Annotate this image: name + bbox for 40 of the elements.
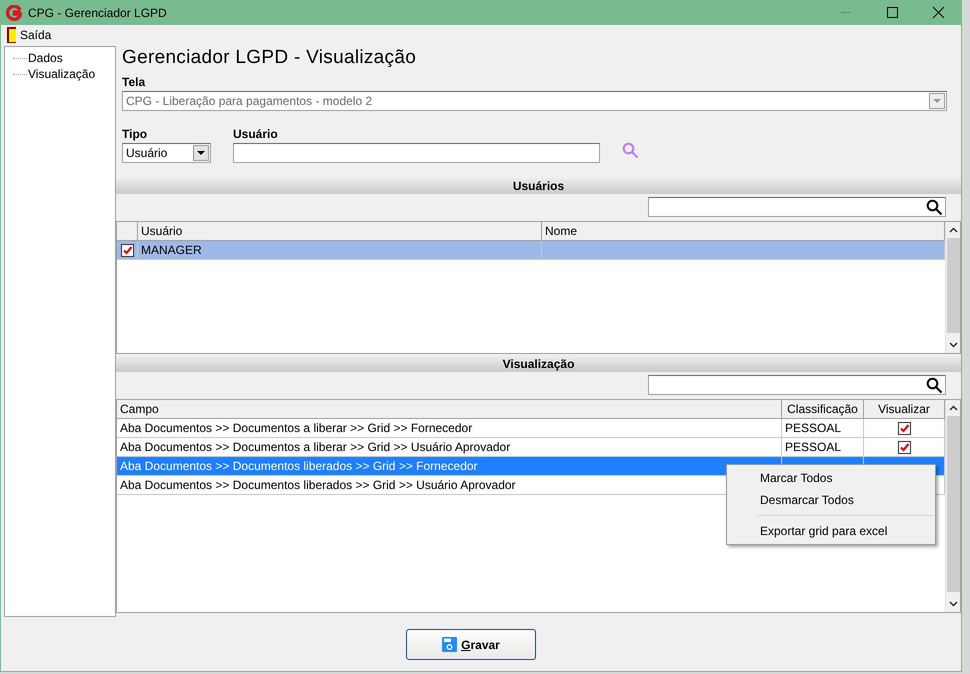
window-title: CPG - Gerenciador LGPD — [28, 6, 168, 20]
scroll-down-icon[interactable] — [948, 601, 958, 607]
door-icon — [7, 27, 16, 43]
scrollbar[interactable] — [945, 400, 960, 612]
table-row[interactable]: MANAGER — [117, 241, 945, 260]
scroll-up-icon[interactable] — [948, 405, 958, 411]
app-logo-icon — [6, 4, 22, 20]
table-cell: Aba Documentos >> Documentos a liberar >> Grid >> Usuário Aprovador — [117, 438, 782, 456]
table-row[interactable]: Aba Documentos >> Documentos a liberar >> Grid >> Fornecedor PESSOAL — [117, 419, 945, 438]
checkbox[interactable] — [120, 244, 134, 256]
table-cell: Aba Documentos >> Documentos a liberar >> Grid >> Fornecedor — [117, 419, 782, 437]
scrollbar[interactable] — [945, 222, 960, 353]
table-cell: MANAGER — [138, 241, 542, 259]
tree-item[interactable]: Dados — [27, 51, 63, 65]
search-icon[interactable] — [926, 376, 943, 394]
column-header: Classificação — [782, 400, 864, 418]
type-dropdown[interactable]: Usuário — [122, 143, 211, 163]
section-header: Visualização — [116, 355, 961, 372]
scroll-down-icon[interactable] — [948, 342, 958, 348]
tree-item[interactable]: Visualização — [27, 67, 96, 81]
field-label: Tipo — [122, 127, 148, 141]
menu-item[interactable]: Saída — [5, 27, 54, 43]
table-cell: PESSOAL — [785, 421, 842, 435]
field-label: Usuário — [233, 127, 279, 141]
table-cell: PESSOAL — [785, 440, 842, 454]
checkbox[interactable] — [898, 422, 910, 434]
save-button[interactable]: Gravar — [406, 629, 536, 660]
column-header: Campo — [117, 400, 782, 418]
section-header: Usuários — [116, 177, 961, 194]
search-field[interactable] — [648, 375, 946, 395]
column-header: Usuário — [138, 222, 542, 240]
menu-item[interactable]: Exportar grid para excel — [727, 520, 935, 542]
field-label: Tela — [122, 75, 146, 89]
search-icon[interactable] — [926, 198, 943, 216]
user-input-field[interactable] — [233, 143, 600, 163]
scroll-up-icon[interactable] — [948, 227, 958, 233]
dropdown-arrow-icon[interactable] — [197, 151, 205, 155]
checkbox[interactable] — [898, 440, 910, 454]
search-field[interactable] — [648, 197, 946, 217]
page-heading: Gerenciador LGPD - Visualização — [121, 46, 418, 70]
